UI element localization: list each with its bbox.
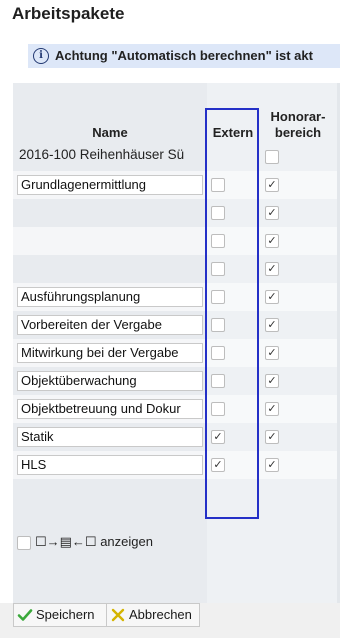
info-text: Achtung "Automatisch berechnen" ist akt [55,48,313,63]
honorar-checkbox[interactable]: ✓ [265,402,279,416]
honorar-checkbox[interactable]: ✓ [265,346,279,360]
table-row[interactable]: Mitwirkung bei der Vergabe ✓ [13,339,337,367]
work-package-name-input[interactable]: Objektbetreuung und Dokur [17,399,203,419]
table-row[interactable]: Objektbetreuung und Dokur ✓ [13,395,337,423]
work-package-name-input[interactable]: HLS [17,455,203,475]
honorar-checkbox[interactable]: ✓ [265,178,279,192]
checkmark-icon [17,609,33,621]
header-honorar[interactable]: Honorar- bereich [259,109,337,141]
honorar-checkbox[interactable]: ✓ [265,234,279,248]
honorar-checkbox[interactable] [265,150,279,164]
table-row[interactable]: Statik ✓ ✓ [13,423,337,451]
table-row[interactable]: HLS ✓ ✓ [13,451,337,479]
header-name[interactable]: Name [13,125,207,140]
honorar-checkbox[interactable]: ✓ [265,262,279,276]
table-row[interactable]: ✓ [13,227,337,255]
show-checkbox[interactable] [17,536,31,550]
show-label: ☐→▤←☐ anzeigen [35,534,153,549]
work-package-name-input[interactable]: Objektüberwachung [17,371,203,391]
table-row[interactable]: Vorbereiten der Vergabe ✓ [13,311,337,339]
honorar-checkbox[interactable]: ✓ [265,430,279,444]
table-row[interactable]: Objektüberwachung ✓ [13,367,337,395]
table-row[interactable]: Ausführungsplanung ✓ [13,283,337,311]
panel-title: Arbeitspakete [12,4,125,23]
table-row[interactable]: 2016-100 Reihenhäuser Sü [13,143,337,171]
work-package-name-input[interactable]: Vorbereiten der Vergabe [17,315,203,335]
save-button[interactable]: Speichern [13,603,113,627]
table-row[interactable]: ✓ [13,255,337,283]
work-package-name-input[interactable]: Mitwirkung bei der Vergabe [17,343,203,363]
work-package-name-input[interactable]: Ausführungsplanung [17,287,203,307]
honorar-checkbox[interactable]: ✓ [265,318,279,332]
work-package-name-input[interactable]: Grundlagenermittlung [17,175,203,195]
honorar-checkbox[interactable]: ✓ [265,458,279,472]
honorar-checkbox[interactable]: ✓ [265,374,279,388]
work-packages-panel: Arbeitspakete i Achtung "Automatisch ber… [0,0,340,638]
info-banner: i Achtung "Automatisch berechnen" ist ak… [28,44,340,68]
cross-icon [111,608,125,622]
save-label: Speichern [36,607,95,622]
info-icon: i [33,48,49,64]
footer-bar: Speichern Abbrechen [0,603,340,638]
work-package-name-input[interactable]: Statik [17,427,203,447]
honorar-checkbox[interactable]: ✓ [265,290,279,304]
cancel-label: Abbrechen [129,607,192,622]
project-name: 2016-100 Reihenhäuser Sü [19,147,185,162]
honorar-checkbox[interactable]: ✓ [265,206,279,220]
cancel-button[interactable]: Abbrechen [106,603,200,627]
extern-column-highlight [205,108,259,519]
table-row[interactable]: ✓ [13,199,337,227]
table-row[interactable]: Grundlagenermittlung ✓ [13,171,337,199]
